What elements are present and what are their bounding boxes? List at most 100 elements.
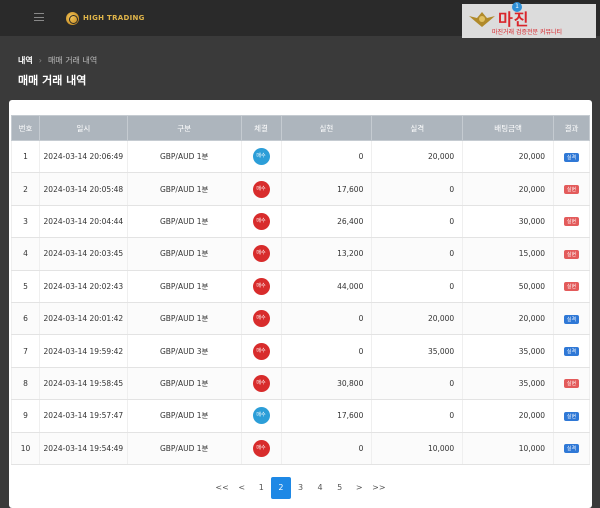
cell-bet-amount: 20,000 [462, 302, 555, 336]
table-row: 6 2024-03-14 20:01:42 GBP/AUD 1분 매수 0 20,000 2… [11, 302, 590, 336]
cell-datetime: 2024-03-14 20:05:48 [38, 172, 128, 206]
cell-result: 실현 [553, 237, 590, 271]
cell-result: 실현 [553, 399, 590, 433]
side-badge: 매수 [252, 148, 270, 166]
page-3-button[interactable]: 3 [291, 477, 311, 499]
cell-execution: 매수 [240, 367, 282, 401]
table-row: 3 2024-03-14 20:04:44 GBP/AUD 1분 매수 26,400 0 3… [11, 205, 590, 239]
cell-number: 3 [11, 205, 40, 239]
brand-logo[interactable]: HIGH TRADING [66, 10, 145, 26]
side-badge: 매수 [252, 212, 270, 230]
table-row: 5 2024-03-14 20:02:43 GBP/AUD 1분 매수 44,000 0 5… [11, 270, 590, 303]
cell-loss: 0 [371, 270, 464, 303]
result-badge: 실격 [563, 347, 580, 357]
cell-realized: 44,000 [280, 270, 373, 303]
cell-number: 10 [11, 432, 40, 465]
cell-loss: 20,000 [371, 140, 464, 174]
cell-number: 2 [11, 172, 40, 206]
cell-datetime: 2024-03-14 19:57:47 [38, 399, 128, 433]
cell-bet-amount: 35,000 [462, 367, 555, 401]
cell-datetime: 2024-03-14 20:01:42 [38, 302, 128, 336]
side-badge: 매수 [252, 245, 270, 263]
result-badge: 실현 [563, 379, 580, 389]
page-title: 매매 거래 내역 [18, 74, 87, 87]
cell-loss: 0 [371, 205, 464, 239]
cell-execution: 매수 [240, 432, 282, 465]
col-header-category: 구분 [126, 115, 242, 141]
hamburger-menu-icon[interactable] [34, 13, 44, 21]
page-first-button[interactable]: << [212, 477, 232, 499]
cell-datetime: 2024-03-14 20:02:43 [38, 270, 128, 303]
cell-number: 8 [11, 367, 40, 401]
page-last-button[interactable]: >> [369, 477, 389, 499]
table-header-row: 번호 일시 구분 체결 실현 실격 배팅금액 결과 [11, 115, 590, 141]
page-next-button[interactable]: > [349, 477, 369, 499]
cell-loss: 0 [371, 399, 464, 433]
side-badge: 매수 [252, 374, 270, 392]
side-badge: 매수 [252, 277, 270, 295]
col-header-result: 결과 [553, 115, 590, 141]
table-row: 10 2024-03-14 19:54:49 GBP/AUD 1분 매수 0 10,000… [11, 432, 590, 465]
table-row: 1 2024-03-14 20:06:49 GBP/AUD 1분 매수 0 20,000 2… [11, 140, 590, 174]
table-row: 4 2024-03-14 20:03:45 GBP/AUD 1분 매수 13,200 0 1… [11, 237, 590, 271]
pagination: << < 1 2 3 4 5 > >> [9, 477, 592, 499]
breadcrumb: 내역 › 매매 거래 내역 [18, 55, 97, 66]
side-badge: 매수 [252, 342, 270, 360]
result-badge: 실현 [563, 411, 580, 421]
cell-loss: 0 [371, 367, 464, 401]
cell-result: 실현 [553, 367, 590, 401]
page-4-button[interactable]: 4 [310, 477, 330, 499]
table-row: 2 2024-03-14 20:05:48 GBP/AUD 1분 매수 17,600 0 2… [11, 172, 590, 206]
cell-result: 실격 [553, 140, 590, 174]
cell-result: 실현 [553, 270, 590, 303]
cell-datetime: 2024-03-14 19:59:42 [38, 334, 128, 368]
col-header-bet-amount: 배팅금액 [462, 115, 555, 141]
breadcrumb-root[interactable]: 내역 [18, 55, 33, 66]
cell-number: 1 [11, 140, 40, 174]
cell-number: 9 [11, 399, 40, 433]
cell-datetime: 2024-03-14 20:04:44 [38, 205, 128, 239]
cell-execution: 매수 [240, 334, 282, 368]
cell-loss: 0 [371, 172, 464, 206]
page-2-button[interactable]: 2 [271, 477, 291, 499]
col-header-number: 번호 [11, 115, 40, 141]
cell-realized: 30,800 [280, 367, 373, 401]
cell-realized: 17,600 [280, 172, 373, 206]
watermark: 마진 1 마진거래 검증전문 커뮤니티 [462, 2, 596, 38]
cell-realized: 0 [280, 334, 373, 368]
cell-execution: 매수 [240, 270, 282, 303]
cell-result: 실격 [553, 432, 590, 465]
result-badge: 실현 [563, 185, 580, 195]
result-badge: 실현 [563, 282, 580, 292]
page-1-button[interactable]: 1 [252, 477, 272, 499]
cell-category: GBP/AUD 1분 [126, 302, 242, 336]
cell-realized: 0 [280, 432, 373, 465]
cell-datetime: 2024-03-14 20:03:45 [38, 237, 128, 271]
side-badge: 매수 [252, 407, 270, 425]
watermark-subtitle: 마진거래 검증전문 커뮤니티 [492, 29, 563, 36]
side-badge: 매수 [252, 439, 270, 457]
watermark-badge: 1 [512, 2, 522, 12]
cell-number: 6 [11, 302, 40, 336]
cell-bet-amount: 15,000 [462, 237, 555, 271]
cell-bet-amount: 20,000 [462, 399, 555, 433]
cell-category: GBP/AUD 1분 [126, 172, 242, 206]
cell-bet-amount: 35,000 [462, 334, 555, 368]
cell-datetime: 2024-03-14 20:06:49 [38, 140, 128, 174]
side-badge: 매수 [252, 180, 270, 198]
breadcrumb-separator: › [38, 56, 42, 65]
cell-result: 실현 [553, 172, 590, 206]
col-header-realized: 실현 [280, 115, 373, 141]
cell-realized: 26,400 [280, 205, 373, 239]
result-badge: 실격 [563, 314, 580, 324]
table-row: 7 2024-03-14 19:59:42 GBP/AUD 3분 매수 0 35,000 3… [11, 334, 590, 368]
brand-name: HIGH TRADING [83, 14, 145, 22]
table-row: 9 2024-03-14 19:57:47 GBP/AUD 1분 매수 17,600 0 2… [11, 399, 590, 433]
breadcrumb-current: 매매 거래 내역 [47, 56, 98, 65]
page-prev-button[interactable]: < [232, 477, 252, 499]
cell-datetime: 2024-03-14 19:58:45 [38, 367, 128, 401]
cell-category: GBP/AUD 1분 [126, 140, 242, 174]
col-header-execution: 체결 [240, 115, 282, 141]
col-header-loss: 실격 [371, 115, 464, 141]
page-5-button[interactable]: 5 [330, 477, 350, 499]
